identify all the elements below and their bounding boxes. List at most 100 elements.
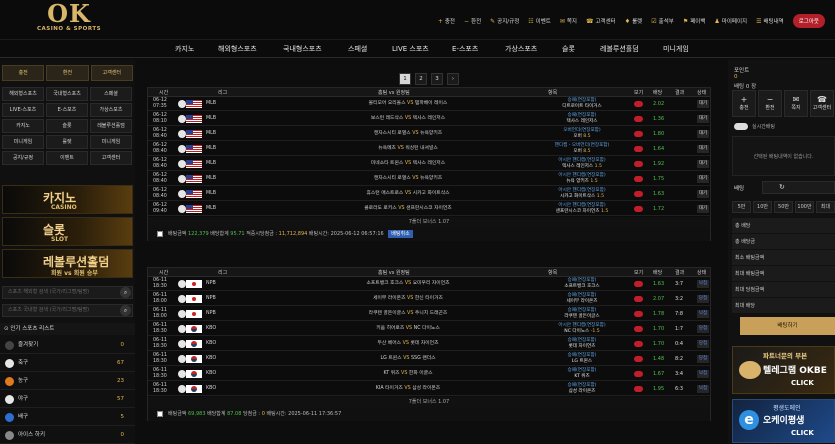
nav-tab-5[interactable]: E-스포츠 [452,44,478,54]
right-tab-1[interactable]: − 환전 [758,90,782,117]
view-icon[interactable] [634,176,643,182]
reset-icon[interactable]: ↻ [779,183,785,191]
left-category-4[interactable]: E-스포츠 [46,103,88,117]
left-category-8[interactable]: 레볼루션홀덤 [90,119,132,133]
left-category-6[interactable]: 카지노 [2,119,44,133]
view-icon[interactable] [634,101,643,107]
left-category-3[interactable]: LIVE-스포츠 [2,103,44,117]
topmenu-item-10[interactable]: ☰ 배팅내역 [756,17,784,26]
topmenu-item-6[interactable]: ♦ 룰렛 [625,17,643,26]
left-category-14[interactable]: 고객센터 [90,151,132,165]
topmenu-item-5[interactable]: ☎ 고객센터 [586,17,616,26]
logo-sub: CASINO & SPORTS [36,26,102,32]
topmenu-item-8[interactable]: ⚑ 페이백 [683,17,706,26]
nav-tab-7[interactable]: 슬롯 [562,44,575,54]
nav-tab-1[interactable]: 해외형스포츠 [218,44,257,54]
page-button-1[interactable]: 2 [415,73,427,85]
page-button-0[interactable]: 1 [399,73,411,85]
search-icon[interactable]: ⌕ [120,305,131,316]
search-overseas-input[interactable]: 스포츠 해외형 검색 (국가/리그명/팀명) ⌕ [2,286,133,299]
domain-banner-click: CLICK [791,429,814,437]
support-button[interactable]: 고객센터 [90,65,133,81]
right-tab-2[interactable]: ✉ 쪽지 [784,90,808,117]
view-icon[interactable] [634,146,643,152]
bet-amount-input[interactable]: ↻ [762,181,835,194]
view-icon[interactable] [634,326,643,332]
home-team: 보스턴 레드삭스 [370,116,404,121]
select-checkbox[interactable] [157,231,163,237]
nav-tab-2[interactable]: 국내형스포츠 [283,44,322,54]
select-checkbox[interactable] [157,411,163,417]
view-icon[interactable] [634,311,643,317]
search-domestic-input[interactable]: 스포츠 국내형 검색 (국가/리그명/팀명) ⌕ [2,304,133,317]
search-icon[interactable]: ⌕ [120,287,131,298]
sport-row-2[interactable]: 농구 23 [0,373,135,390]
topmenu-item-1[interactable]: − 환전 [464,17,481,26]
deposit-button[interactable]: 충전 [2,65,45,81]
partner-banner[interactable]: 파트너문의 부본 텔레그램 OKBE CLICK [732,346,835,394]
match-teams: 볼티모어 오리올스 VS 탬파베이 레이스 [298,101,518,107]
right-tab-0[interactable]: + 충전 [732,90,756,117]
logo[interactable]: OK CASINO & SPORTS [34,2,104,38]
home-team: 소프트뱅크 호크스 [366,281,404,286]
vs-label: VS [410,176,421,181]
bet-submit-button[interactable]: 배팅하기 [740,317,835,335]
left-category-13[interactable]: 이벤트 [46,151,88,165]
sport-row-3[interactable]: 야구 57 [0,391,135,408]
cancel-bet-button[interactable]: 배팅취소 [388,230,413,238]
nav-tab-4[interactable]: LIVE 스포츠 [392,44,429,54]
view-icon[interactable] [634,371,643,377]
left-category-0[interactable]: 해외형스포츠 [2,87,44,101]
topmenu-item-0[interactable]: + 충전 [438,17,455,26]
view-icon[interactable] [634,341,643,347]
view-icon[interactable] [634,191,643,197]
view-icon[interactable] [634,131,643,137]
page-button-3[interactable]: › [447,73,459,85]
home-team: 라쿠텐 골든이글스 [368,311,406,316]
nav-tab-3[interactable]: 스페셜 [348,44,367,54]
page-button-2[interactable]: 3 [431,73,443,85]
topmenu-item-2[interactable]: ✎ 공지/규정 [490,17,519,26]
sport-row-1[interactable]: 축구 67 [0,355,135,372]
left-banner-0[interactable]: 카지노 CASINO [2,185,133,214]
topmenu-item-4[interactable]: ✉ 쪽지 [560,17,577,26]
amount-button-2[interactable]: 50만 [774,201,793,213]
nav-tab-8[interactable]: 레볼루션홀덤 [600,44,639,54]
view-icon[interactable] [634,206,643,212]
right-tab-3[interactable]: ☎ 고객센터 [810,90,834,117]
left-category-10[interactable]: 룰렛 [46,135,88,149]
amount-button-3[interactable]: 100만 [795,201,814,213]
view-icon[interactable] [634,386,643,392]
topmenu-item-7[interactable]: ☑ 출석부 [651,17,674,26]
view-icon[interactable] [634,116,643,122]
menu-icon: ☑ [651,17,657,25]
left-category-9[interactable]: 미니게임 [2,135,44,149]
left-banner-1[interactable]: 슬롯 SLOT [2,217,133,246]
left-category-2[interactable]: 스페셜 [90,87,132,101]
sport-row-0[interactable]: 즐겨찾기 0 [0,337,135,354]
logout-button[interactable]: 로그아웃 [792,14,825,28]
domain-banner[interactable]: e 평생도메인 오케이평생 CLICK [732,399,835,443]
left-category-5[interactable]: 가상스포츠 [90,103,132,117]
view-icon[interactable] [634,296,643,302]
view-icon[interactable] [634,281,643,287]
amount-button-4[interactable]: 최대 [816,201,835,213]
sport-row-5[interactable]: 아이스 하키 0 [0,427,135,444]
view-icon[interactable] [634,161,643,167]
left-category-12[interactable]: 공지/규정 [2,151,44,165]
nav-tab-9[interactable]: 미니게임 [663,44,689,54]
view-icon[interactable] [634,356,643,362]
nav-tab-6[interactable]: 가상스포츠 [505,44,537,54]
left-category-7[interactable]: 슬롯 [46,119,88,133]
left-category-11[interactable]: 미니게임 [90,135,132,149]
topmenu-item-3[interactable]: ☷ 이벤트 [528,17,551,26]
amount-button-0[interactable]: 5만 [732,201,751,213]
amount-button-1[interactable]: 10만 [753,201,772,213]
left-banner-2[interactable]: 레볼루션홀덤 회원 vs 회원 승부 [2,249,133,278]
withdraw-button[interactable]: 환전 [46,65,89,81]
realtime-toggle[interactable] [734,123,748,130]
sport-row-4[interactable]: 배구 5 [0,409,135,426]
topmenu-item-9[interactable]: ♟ 마이페이지 [714,17,747,26]
nav-tab-0[interactable]: 카지노 [175,44,194,54]
left-category-1[interactable]: 국내형스포츠 [46,87,88,101]
